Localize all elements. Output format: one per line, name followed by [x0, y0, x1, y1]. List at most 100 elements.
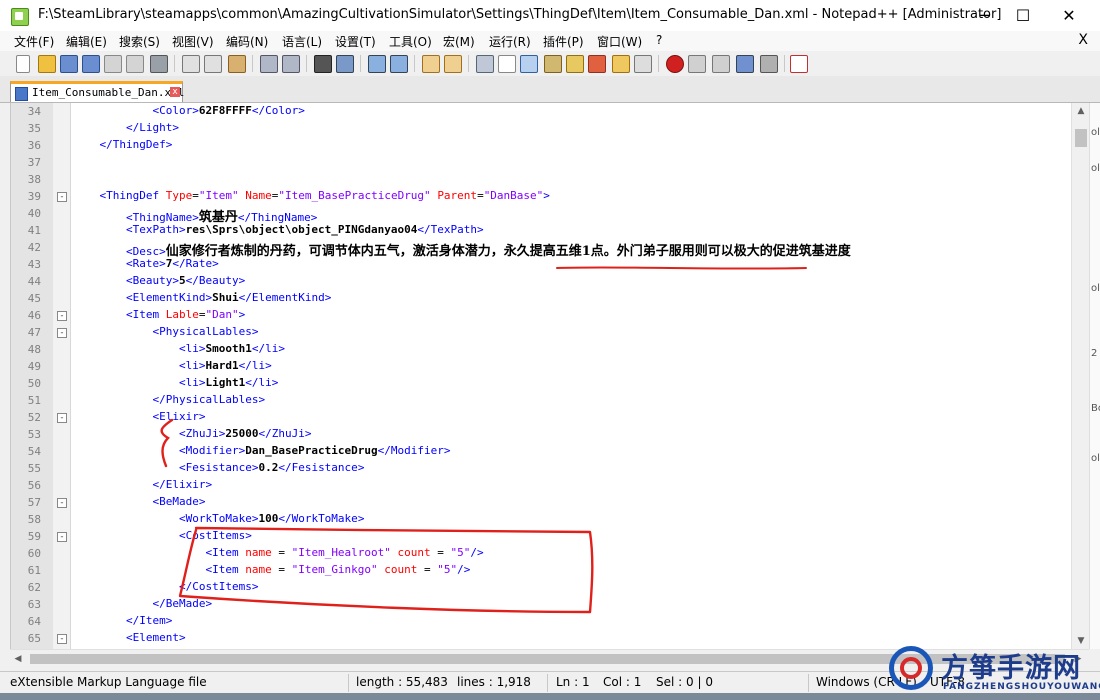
background-text: ol: [1091, 163, 1100, 174]
line-number: 35: [27, 122, 41, 135]
close-file-icon[interactable]: [104, 55, 122, 73]
code-line[interactable]: 55 <Fesistance>0.2</Fesistance>: [11, 460, 1072, 477]
code-line[interactable]: 60 <Item name = "Item_Healroot" count = …: [11, 545, 1072, 562]
menu-plugins[interactable]: 插件(P): [543, 33, 584, 50]
open-file-icon[interactable]: [38, 55, 56, 73]
sync-vertical-icon[interactable]: [422, 55, 440, 73]
code-line[interactable]: 44 <Beauty>5</Beauty>: [11, 273, 1072, 290]
tab-item-consumable-dan[interactable]: Item_Consumable_Dan.xml x: [10, 81, 184, 102]
record-macro-icon[interactable]: [666, 55, 684, 73]
code-line[interactable]: 35 </Light>: [11, 120, 1072, 137]
code-line[interactable]: 64 </Item>: [11, 613, 1072, 630]
vertical-scrollbar[interactable]: ▲ ▼: [1071, 103, 1090, 649]
code-line[interactable]: 40 <ThingName>筑基丹</ThingName>: [11, 205, 1072, 225]
menu-window[interactable]: 窗口(W): [597, 33, 642, 50]
code-line[interactable]: 52 - <Elixir>: [11, 409, 1072, 426]
code-editor[interactable]: 34 <Color>62F8FFFF</Color> 35 </Light> 36 …: [10, 103, 1072, 649]
code-line[interactable]: 59 - <CostItems>: [11, 528, 1072, 545]
code-line[interactable]: 51 </PhysicalLables>: [11, 392, 1072, 409]
menu-macro[interactable]: 宏(M): [443, 33, 475, 50]
code-line[interactable]: 63 </BeMade>: [11, 596, 1072, 613]
copy-icon[interactable]: [204, 55, 222, 73]
save-all-icon[interactable]: [82, 55, 100, 73]
spell-check-icon[interactable]: [790, 55, 808, 73]
menu-search[interactable]: 搜索(S): [119, 33, 160, 50]
code-line[interactable]: 45 <ElementKind>Shui</ElementKind>: [11, 290, 1072, 307]
maximize-button[interactable]: ☐: [1000, 0, 1046, 31]
code-line[interactable]: 37: [11, 154, 1072, 171]
menu-view[interactable]: 视图(V): [172, 33, 214, 50]
undo-icon[interactable]: [260, 55, 278, 73]
fold-toggle-icon[interactable]: -: [57, 498, 67, 508]
menu-edit[interactable]: 编辑(E): [66, 33, 107, 50]
cut-icon[interactable]: [182, 55, 200, 73]
fold-toggle-icon[interactable]: -: [57, 532, 67, 542]
tab-close-icon[interactable]: x: [170, 87, 180, 97]
find-icon[interactable]: [314, 55, 332, 73]
menu-tools[interactable]: 工具(O): [389, 33, 432, 50]
code-line[interactable]: 43 <Rate>7</Rate>: [11, 256, 1072, 273]
save-icon[interactable]: [60, 55, 78, 73]
code-line[interactable]: 38: [11, 171, 1072, 188]
menu-file[interactable]: 文件(F): [14, 33, 54, 50]
code-line[interactable]: 54 <Modifier>Dan_BasePracticeDrug</Modif…: [11, 443, 1072, 460]
zoom-out-icon[interactable]: [390, 55, 408, 73]
scroll-up-icon[interactable]: ▲: [1072, 103, 1090, 119]
line-number: 52: [27, 411, 41, 424]
zoom-in-icon[interactable]: [368, 55, 386, 73]
word-wrap-icon[interactable]: [476, 55, 494, 73]
code-line[interactable]: 41 <TexPath>res\Sprs\object\object_PINGd…: [11, 222, 1072, 239]
scroll-left-icon[interactable]: ◀: [10, 650, 26, 668]
line-number: 60: [27, 547, 41, 560]
doc-map-icon[interactable]: [566, 55, 584, 73]
code-line[interactable]: 61 <Item name = "Item_Ginkgo" count = "5…: [11, 562, 1072, 579]
status-column: Col : 1: [603, 675, 642, 689]
menu-encoding[interactable]: 编码(N): [226, 33, 268, 50]
redo-icon[interactable]: [282, 55, 300, 73]
close-document-button[interactable]: X: [1078, 32, 1088, 48]
folder-workspace-icon[interactable]: [612, 55, 630, 73]
code-line[interactable]: 46 - <Item Lable="Dan">: [11, 307, 1072, 324]
vertical-scroll-thumb[interactable]: [1075, 129, 1087, 147]
close-window-button[interactable]: ✕: [1046, 0, 1092, 31]
code-line[interactable]: 50 <li>Light1</li>: [11, 375, 1072, 392]
code-line[interactable]: 48 <li>Smooth1</li>: [11, 341, 1072, 358]
code-line[interactable]: 49 <li>Hard1</li>: [11, 358, 1072, 375]
close-all-icon[interactable]: [126, 55, 144, 73]
code-line[interactable]: 42 <Desc>仙家修行者炼制的丹药，可调节体内五气，激活身体潜力，永久提高五…: [11, 239, 1072, 259]
new-file-icon[interactable]: [16, 55, 30, 73]
code-line[interactable]: 56 </Elixir>: [11, 477, 1072, 494]
fold-toggle-icon[interactable]: -: [57, 413, 67, 423]
fold-toggle-icon[interactable]: -: [57, 311, 67, 321]
sync-horizontal-icon[interactable]: [444, 55, 462, 73]
code-line[interactable]: 57 - <BeMade>: [11, 494, 1072, 511]
menu-help[interactable]: ?: [656, 33, 662, 47]
code-line[interactable]: 53 <ZhuJi>25000</ZhuJi>: [11, 426, 1072, 443]
function-list-icon[interactable]: [588, 55, 606, 73]
code-line[interactable]: 62 </CostItems>: [11, 579, 1072, 596]
code-line[interactable]: 58 <WorkToMake>100</WorkToMake>: [11, 511, 1072, 528]
fold-toggle-icon[interactable]: -: [57, 634, 67, 644]
stop-macro-icon[interactable]: [688, 55, 706, 73]
save-macro-icon[interactable]: [760, 55, 778, 73]
menu-run[interactable]: 运行(R): [489, 33, 531, 50]
indent-guide-icon[interactable]: [520, 55, 538, 73]
code-line[interactable]: 39 - <ThingDef Type="Item" Name="Item_Bas…: [11, 188, 1072, 205]
print-icon[interactable]: [150, 55, 168, 73]
fold-toggle-icon[interactable]: -: [57, 192, 67, 202]
play-macro-icon[interactable]: [712, 55, 730, 73]
monitoring-icon[interactable]: [634, 55, 652, 73]
code-line[interactable]: 36 </ThingDef>: [11, 137, 1072, 154]
show-all-chars-icon[interactable]: [498, 55, 516, 73]
replace-icon[interactable]: [336, 55, 354, 73]
code-line[interactable]: 34 <Color>62F8FFFF</Color>: [11, 103, 1072, 120]
code-line[interactable]: 47 - <PhysicalLables>: [11, 324, 1072, 341]
code-text: </BeMade>: [152, 597, 213, 610]
line-number: 57: [27, 496, 41, 509]
paste-icon[interactable]: [228, 55, 246, 73]
user-language-icon[interactable]: [544, 55, 562, 73]
run-macro-multiple-icon[interactable]: [736, 55, 754, 73]
menu-language[interactable]: 语言(L): [282, 33, 322, 50]
fold-toggle-icon[interactable]: -: [57, 328, 67, 338]
menu-settings[interactable]: 设置(T): [335, 33, 376, 50]
